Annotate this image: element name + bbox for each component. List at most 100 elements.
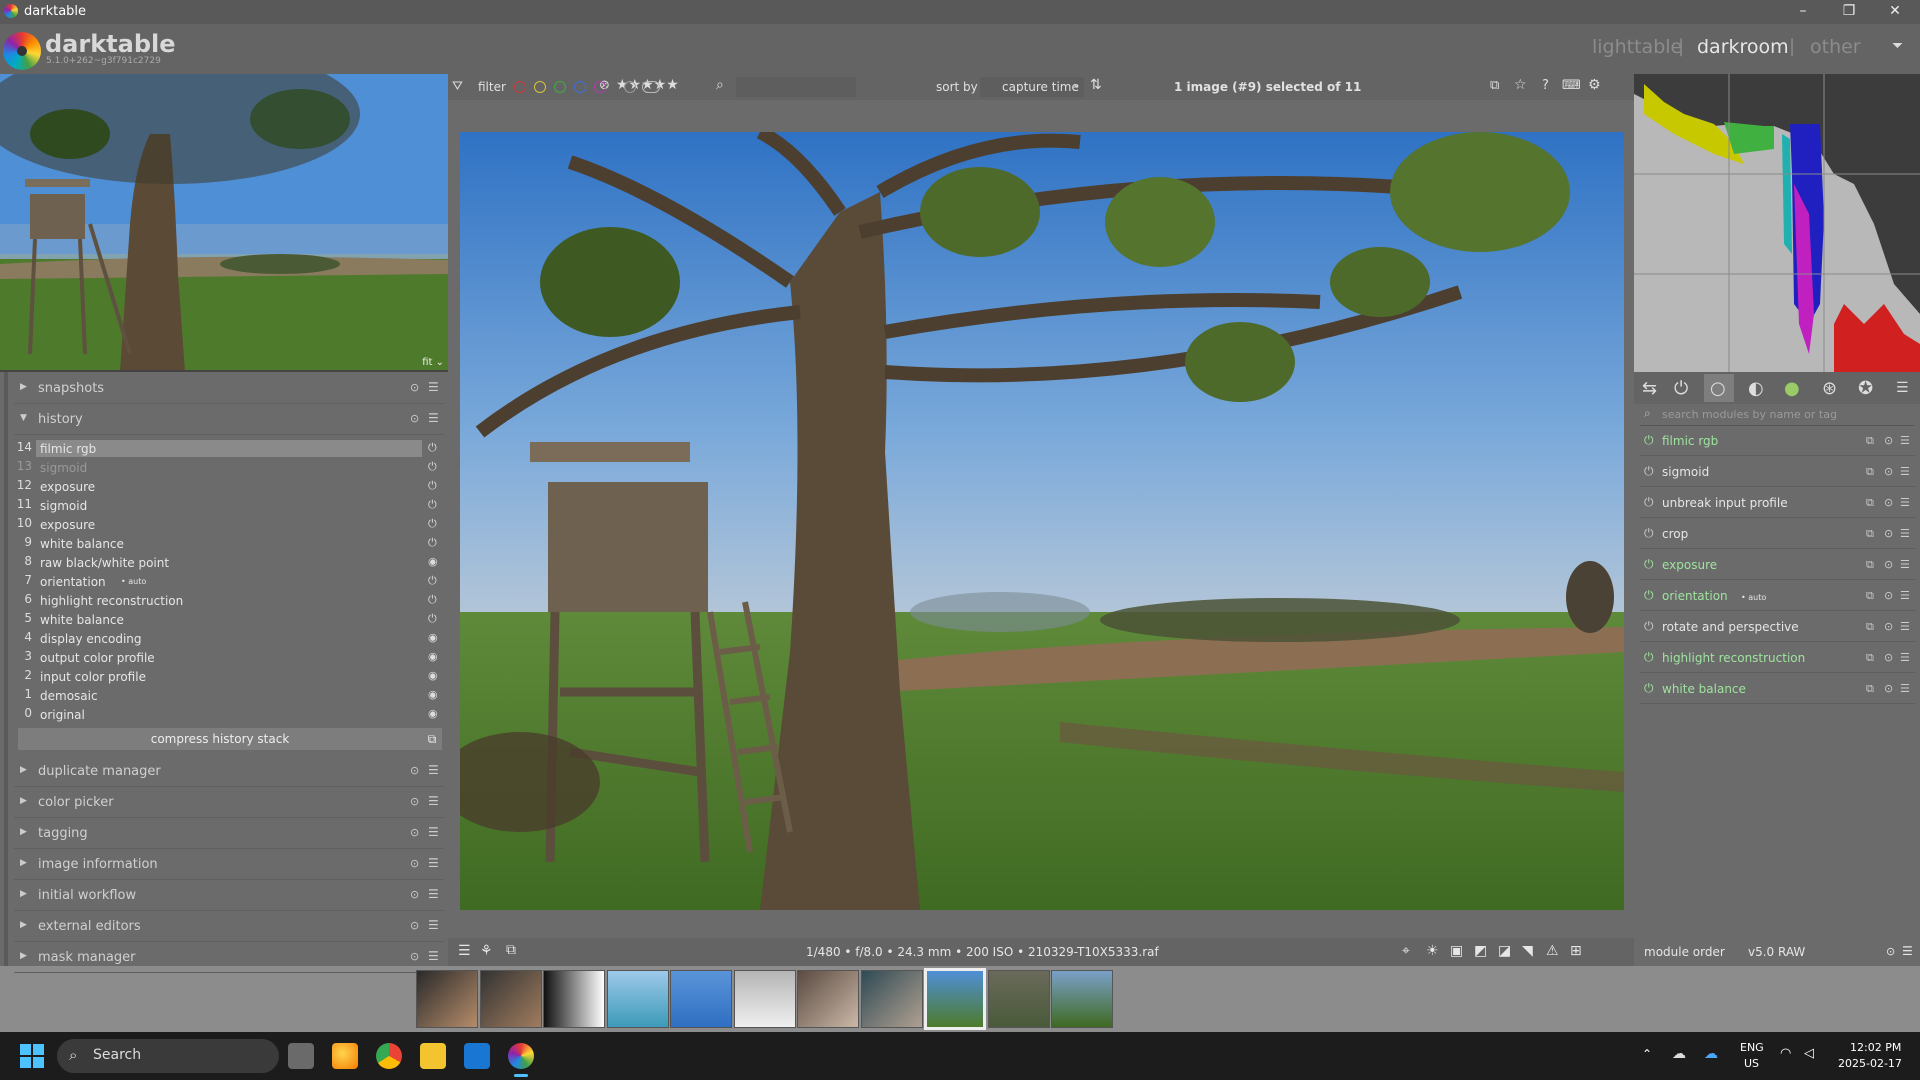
presets-menu-icon[interactable]: ☰ (428, 825, 439, 839)
power-icon[interactable]: ⏻ (1644, 464, 1654, 479)
power-icon[interactable]: ⏻ (1644, 495, 1654, 510)
reset-icon[interactable]: ⊙ (1884, 465, 1893, 478)
view-other[interactable]: other (1810, 36, 1861, 58)
color-label-filter[interactable] (574, 81, 586, 93)
task-view-icon[interactable] (288, 1043, 314, 1069)
history-item[interactable]: 10 exposure ⏻ (14, 516, 444, 535)
second-window-icon[interactable]: ⧉ (506, 942, 516, 958)
reset-icon[interactable]: ⊙ (1884, 527, 1893, 540)
multi-instance-icon[interactable]: ⧉ (1866, 589, 1874, 603)
power-icon[interactable]: ⏻ (1644, 526, 1654, 541)
styles-icon[interactable]: ⚘ (480, 943, 493, 959)
filmstrip-thumbnail[interactable] (733, 970, 796, 1028)
history-item[interactable]: 1 demosaic ◉ (14, 687, 444, 706)
color-label-filter[interactable] (594, 81, 606, 93)
history-item[interactable]: 2 input color profile ◉ (14, 668, 444, 687)
clipping-icon[interactable]: ◩ (1474, 943, 1487, 959)
history-item[interactable]: 14 filmic rgb ⏻ (14, 440, 444, 459)
history-section[interactable]: ▼ history ⊙ ☰ (14, 405, 444, 435)
filmstrip-thumbnail[interactable] (606, 970, 669, 1028)
wifi-icon[interactable]: ◠ (1780, 1046, 1791, 1061)
main-image[interactable] (460, 132, 1624, 910)
softproof-icon[interactable]: ◪ (1498, 943, 1511, 959)
color-label-filter[interactable] (534, 81, 546, 93)
reset-icon[interactable]: ⊙ (410, 950, 419, 963)
filmstrip-thumbnail[interactable] (987, 970, 1050, 1028)
presets-menu-icon[interactable]: ☰ (1900, 682, 1910, 695)
multi-instance-icon[interactable]: ⧉ (1866, 558, 1874, 572)
presets-menu-icon[interactable]: ☰ (428, 794, 439, 808)
search-icon[interactable]: ⌕ (716, 77, 724, 93)
module-groups-menu-icon[interactable]: ☰ (1896, 380, 1909, 396)
copy-history-icon[interactable]: ⧉ (422, 728, 442, 750)
base-modules-tab-icon[interactable]: ○ (1710, 378, 1726, 399)
file-explorer-icon[interactable] (420, 1043, 446, 1069)
raw-overexposed-icon[interactable]: ▣ (1450, 943, 1463, 959)
module-search-field[interactable]: ⌕ search modules by name or tag (1640, 404, 1914, 426)
language-top[interactable]: ENG (1740, 1041, 1764, 1054)
gear-icon[interactable]: ⚙ (1588, 77, 1601, 93)
filmstrip-thumbnail[interactable] (416, 970, 478, 1028)
color-label-gray[interactable] (624, 81, 636, 93)
sort-dropdown[interactable]: capture time ⌄ (980, 77, 1084, 97)
effect-modules-tab-icon[interactable]: ✪ (1858, 378, 1873, 399)
overlay-icon[interactable]: ⧉ (1490, 78, 1499, 93)
module-rotate-and-perspective[interactable]: ⏻ rotate and perspective ⧉ ⊙ ☰ (1640, 612, 1916, 642)
reset-icon[interactable]: ⊙ (1886, 945, 1895, 958)
multi-instance-icon[interactable]: ⧉ (1866, 620, 1874, 634)
maximize-button[interactable]: ❐ (1826, 0, 1872, 24)
presets-menu-icon[interactable]: ☰ (1900, 651, 1910, 664)
filmstrip-thumbnail[interactable] (543, 970, 605, 1028)
power-icon[interactable]: ⏻ (1644, 588, 1654, 603)
chrome-icon[interactable] (376, 1043, 402, 1069)
presets-menu-icon[interactable]: ☰ (428, 380, 439, 394)
reset-icon[interactable]: ⊙ (410, 381, 419, 394)
reset-icon[interactable]: ⊙ (1884, 651, 1893, 664)
presets-menu-icon[interactable]: ☰ (1900, 434, 1910, 447)
clock-date[interactable]: 2025-02-17 (1838, 1057, 1902, 1070)
module-sigmoid[interactable]: ⏻ sigmoid ⧉ ⊙ ☰ (1640, 457, 1916, 487)
history-item[interactable]: 0 original ◉ (14, 706, 444, 725)
view-darkroom[interactable]: darkroom (1697, 36, 1789, 58)
presets-menu-icon[interactable]: ☰ (428, 763, 439, 777)
power-icon[interactable]: ⏻ (1644, 557, 1654, 572)
reset-icon[interactable]: ⊙ (410, 826, 419, 839)
history-item[interactable]: 6 highlight reconstruction ⏻ (14, 592, 444, 611)
reset-icon[interactable]: ⊙ (1884, 589, 1893, 602)
filmstrip-thumbnail[interactable] (860, 970, 923, 1028)
history-item[interactable]: 9 white balance ⏻ (14, 535, 444, 554)
color-label-filter[interactable] (554, 81, 566, 93)
correct-modules-tab-icon[interactable]: ⊛ (1822, 378, 1837, 399)
star-overlay-icon[interactable]: ☆ (1514, 77, 1527, 93)
weather-icon[interactable] (332, 1043, 358, 1069)
language-bottom[interactable]: US (1744, 1057, 1759, 1070)
module-orientation[interactable]: ⏻ orientation • auto ⧉ ⊙ ☰ (1640, 581, 1916, 611)
presets-menu-icon[interactable]: ☰ (1900, 465, 1910, 478)
presets-menu-icon[interactable]: ☰ (1900, 620, 1910, 633)
close-button[interactable]: ✕ (1872, 0, 1918, 24)
reset-icon[interactable]: ⊙ (410, 795, 419, 808)
onedrive-icon[interactable]: ☁ (1704, 1046, 1718, 1062)
multi-instance-icon[interactable]: ⧉ (1866, 434, 1874, 448)
reset-icon[interactable]: ⊙ (410, 888, 419, 901)
cloud-icon[interactable]: ☁ (1672, 1046, 1686, 1062)
color-modules-tab-icon[interactable]: ● (1784, 378, 1800, 399)
multi-instance-icon[interactable]: ⧉ (1866, 682, 1874, 696)
snapshots-section[interactable]: ▶ snapshots ⊙ ☰ (14, 374, 444, 404)
power-icon[interactable]: ⏻ (1644, 681, 1654, 696)
multi-instance-icon[interactable]: ⧉ (1866, 527, 1874, 541)
reset-icon[interactable]: ⊙ (1884, 620, 1893, 633)
initial-workflow-section[interactable]: ▶ initial workflow ⊙ ☰ (14, 881, 444, 911)
presets-menu-icon[interactable]: ☰ (1900, 527, 1910, 540)
presets-menu-icon[interactable]: ☰ (428, 949, 439, 963)
presets-menu-icon[interactable]: ☰ (428, 918, 439, 932)
module-unbreak-input-profile[interactable]: ⏻ unbreak input profile ⧉ ⊙ ☰ (1640, 488, 1916, 518)
module-order-value[interactable]: v5.0 RAW (1748, 945, 1805, 959)
color-picker-section[interactable]: ▶ color picker ⊙ ☰ (14, 788, 444, 818)
presets-menu-icon[interactable]: ☰ (1902, 944, 1913, 958)
multi-instance-icon[interactable]: ⧉ (1866, 496, 1874, 510)
chevron-up-icon[interactable]: ⌃ (1642, 1047, 1652, 1061)
color-label-filter[interactable] (514, 81, 526, 93)
color-op-toggle[interactable] (642, 81, 660, 93)
reset-icon[interactable]: ⊙ (410, 857, 419, 870)
